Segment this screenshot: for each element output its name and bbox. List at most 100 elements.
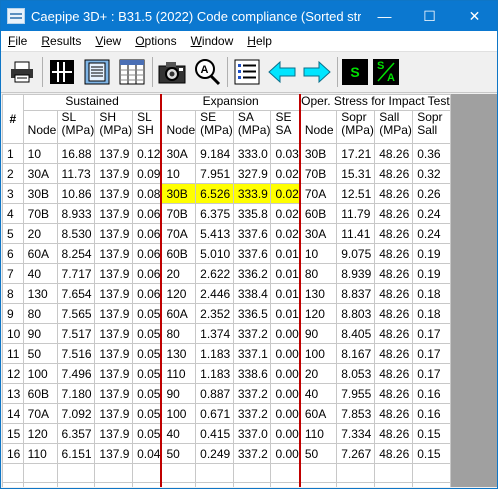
row-number[interactable]: 11 (2, 343, 24, 364)
sopr-value: 7.853 (336, 403, 376, 424)
sopr-sall-ratio: 0.17 (412, 323, 451, 344)
table-row[interactable]: 12 100 7.496 137.9 0.05 110 1.183 338.6 0.00 20 8.… (2, 363, 451, 384)
sh-value: 137.9 (94, 223, 134, 244)
row-number[interactable]: 15 (2, 423, 24, 444)
row-number[interactable]: 9 (2, 303, 24, 324)
sh-value: 137.9 (94, 183, 134, 204)
row-number[interactable]: 13 (2, 383, 24, 404)
sh-value: 137.9 (94, 403, 134, 424)
menu-help[interactable]: Help (240, 34, 279, 48)
col-header-se[interactable]: SE (MPa) (195, 110, 234, 144)
exp-node: 10 (160, 163, 197, 184)
sopr-sall-ratio: 0.16 (412, 383, 451, 404)
s-icon[interactable]: S (342, 59, 368, 85)
empty-cell (270, 482, 301, 487)
col-header-sa[interactable]: SA (MPa) (232, 110, 272, 144)
list-icon[interactable] (232, 57, 262, 87)
menu-view[interactable]: View (88, 34, 128, 48)
col-header-sh[interactable]: SH (MPa) (94, 110, 134, 144)
empty-cell (374, 482, 414, 487)
row-number[interactable]: 4 (2, 203, 24, 224)
exp-node: 60A (160, 303, 197, 324)
table-row[interactable]: 6 60A 8.254 137.9 0.06 60B 5.010 337.6 0.01 10 9.0… (2, 243, 451, 264)
exp-node: 70B (160, 203, 197, 224)
zoom-icon[interactable]: A (192, 57, 222, 87)
sl-value: 10.86 (56, 183, 96, 204)
col-header-exp-node[interactable]: Node (160, 110, 197, 144)
table-row[interactable]: 8 130 7.654 137.9 0.06 120 2.446 338.4 0.01 130 8.… (2, 283, 451, 304)
s-over-a-icon[interactable]: S A (373, 59, 399, 85)
table-row[interactable]: 1 10 16.88 137.9 0.12 30A 9.184 333.0 0.03 30B 17.… (2, 143, 451, 164)
table-row[interactable]: 16 110 6.151 137.9 0.04 50 0.249 337.2 0.00 50 7.2… (2, 443, 451, 464)
right-arrow-icon[interactable] (302, 57, 332, 87)
sopr-value: 8.167 (336, 343, 376, 364)
row-number[interactable]: 3 (2, 183, 24, 204)
close-button[interactable]: ✕ (452, 1, 497, 31)
table-row[interactable]: 15 120 6.357 137.9 0.05 40 0.415 337.0 0.00 110 7.… (2, 423, 451, 444)
maximize-button[interactable]: ☐ (407, 1, 452, 31)
row-number[interactable]: 12 (2, 363, 24, 384)
sus-node: 50 (22, 343, 58, 364)
results-grid[interactable]: # Sustained Expansion Oper. Stress for I… (2, 94, 451, 487)
exp-node: 60B (160, 243, 197, 264)
row-number[interactable]: 14 (2, 403, 24, 424)
menu-results[interactable]: Results (34, 34, 88, 48)
col-header-sopr-sall[interactable]: Sopr Sall (412, 110, 451, 144)
se-value: 9.184 (195, 143, 234, 164)
empty-cell (298, 463, 338, 483)
sopr-sall-ratio: 0.19 (412, 263, 451, 284)
menu-options[interactable]: Options (128, 34, 183, 48)
s-icon-label: S (350, 64, 360, 80)
empty-cell (195, 482, 234, 487)
se-sa-ratio: 0.02 (270, 203, 301, 224)
table-row[interactable]: 9 80 7.565 137.9 0.05 60A 2.352 336.5 0.01 120 8.8… (2, 303, 451, 324)
table-row[interactable]: 11 50 7.516 137.9 0.05 130 1.183 337.1 0.00 100 8.… (2, 343, 451, 364)
sl-value: 11.73 (56, 163, 96, 184)
col-header-sus-node[interactable]: Node (22, 110, 58, 144)
camera-icon[interactable] (157, 57, 187, 87)
table-row[interactable]: 3 30B 10.86 137.9 0.08 30B 6.526 333.9 0.02 70A 12… (2, 183, 451, 204)
grid-icon[interactable] (47, 57, 77, 87)
col-header-sopr[interactable]: Sopr (MPa) (336, 110, 376, 144)
col-header-sl-sh[interactable]: SL SH (132, 110, 162, 144)
row-number[interactable]: 16 (2, 443, 24, 464)
table-row[interactable]: 4 70B 8.933 137.9 0.06 70B 6.375 335.8 0.02 60B 11… (2, 203, 451, 224)
table-row[interactable]: 14 70A 7.092 137.9 0.05 100 0.671 337.2 0.00 60A 7… (2, 403, 451, 424)
sh-value: 137.9 (94, 303, 134, 324)
sall-value: 48.26 (374, 423, 414, 444)
menu-file[interactable]: File (1, 34, 34, 48)
col-header-se-sa[interactable]: SE SA (270, 110, 301, 144)
table-row[interactable]: 10 90 7.517 137.9 0.05 80 1.374 337.2 0.00 90 8.40… (2, 323, 451, 344)
title-bar[interactable]: Caepipe 3D+ : B31.5 (2022) Code complian… (1, 1, 497, 31)
opr-node: 100 (298, 343, 338, 364)
row-number[interactable]: 5 (2, 223, 24, 244)
sl-value: 7.565 (56, 303, 96, 324)
sall-value: 48.26 (374, 183, 414, 204)
se-value: 1.183 (195, 363, 234, 384)
row-number[interactable]: 1 (2, 143, 24, 164)
row-number[interactable]: 10 (2, 323, 24, 344)
table-row[interactable]: 7 40 7.717 137.9 0.06 20 2.622 336.2 0.01 80 8.939… (2, 263, 451, 284)
sh-value: 137.9 (94, 383, 134, 404)
row-number[interactable]: 6 (2, 243, 24, 264)
sopr-sall-ratio: 0.18 (412, 283, 451, 304)
row-number[interactable]: 8 (2, 283, 24, 304)
table-row[interactable]: 13 60B 7.180 137.9 0.05 90 0.887 337.2 0.00 40 7.9… (2, 383, 451, 404)
sopr-value: 11.79 (336, 203, 376, 224)
left-arrow-icon[interactable] (267, 57, 297, 87)
table-icon[interactable] (117, 57, 147, 87)
sall-value: 48.26 (374, 163, 414, 184)
notes-icon[interactable] (82, 57, 112, 87)
col-header-sall[interactable]: Sall (MPa) (374, 110, 414, 144)
se-sa-ratio: 0.03 (270, 143, 301, 164)
row-number[interactable]: 2 (2, 163, 24, 184)
print-icon[interactable] (7, 57, 37, 87)
row-number[interactable]: 7 (2, 263, 24, 284)
col-header-opr-node[interactable]: Node (298, 110, 338, 144)
sh-value: 137.9 (94, 263, 134, 284)
col-header-sl[interactable]: SL (MPa) (56, 110, 96, 144)
table-row[interactable]: 5 20 8.530 137.9 0.06 70A 5.413 337.6 0.02 30A 11.… (2, 223, 451, 244)
minimize-button[interactable]: — (362, 1, 407, 31)
table-row[interactable]: 2 30A 11.73 137.9 0.09 10 7.951 327.9 0.02 70B 15.… (2, 163, 451, 184)
menu-window[interactable]: Window (184, 34, 241, 48)
